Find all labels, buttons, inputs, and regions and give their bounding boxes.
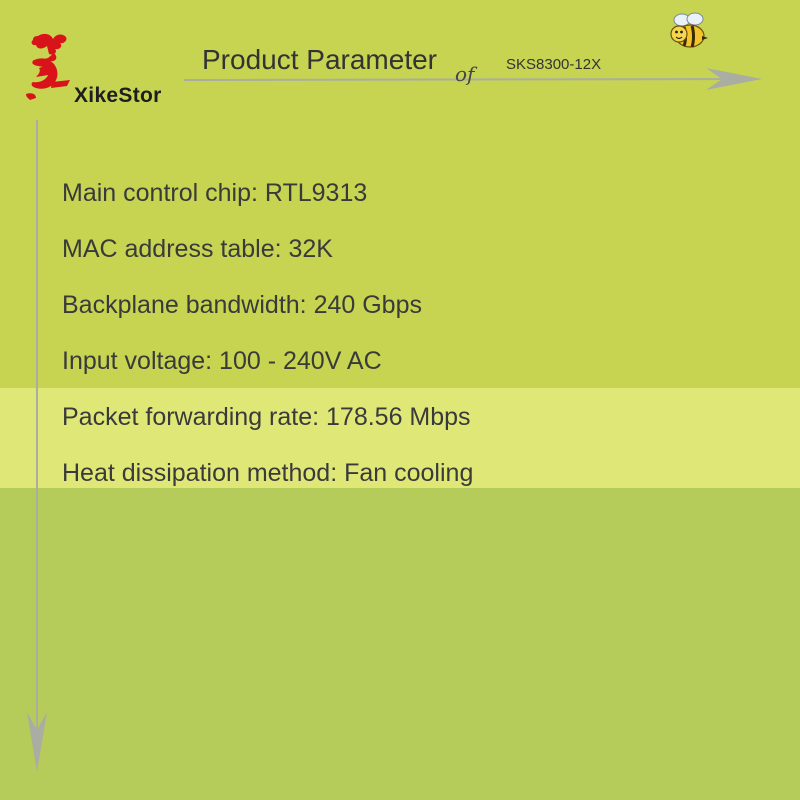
page-title: Product Parameter bbox=[202, 44, 437, 75]
model-number: SKS8300-12X bbox=[506, 56, 602, 73]
background-bottom bbox=[0, 488, 800, 800]
red-brush-logo-icon bbox=[26, 33, 70, 100]
parameter-list: Main control chip: RTL9313 MAC address t… bbox=[62, 176, 473, 512]
bee-icon bbox=[670, 12, 708, 48]
parameter-item-packet-forwarding-rate: Packet forwarding rate: 178.56 Mbps bbox=[62, 403, 471, 431]
parameter-item-input-voltage: Input voltage: 100 - 240V AC bbox=[62, 347, 382, 375]
parameter-item-heat-dissipation-method: Heat dissipation method: Fan cooling bbox=[62, 459, 474, 487]
parameter-item-main-control-chip: Main control chip: RTL9313 bbox=[62, 179, 368, 207]
parameter-item-backplane-bandwidth: Backplane bandwidth: 240 Gbps bbox=[62, 291, 422, 319]
title-connector: of bbox=[455, 62, 475, 86]
brand-name: XikeStor bbox=[74, 84, 162, 107]
parameter-item-mac-address-table: MAC address table: 32K bbox=[62, 235, 333, 263]
